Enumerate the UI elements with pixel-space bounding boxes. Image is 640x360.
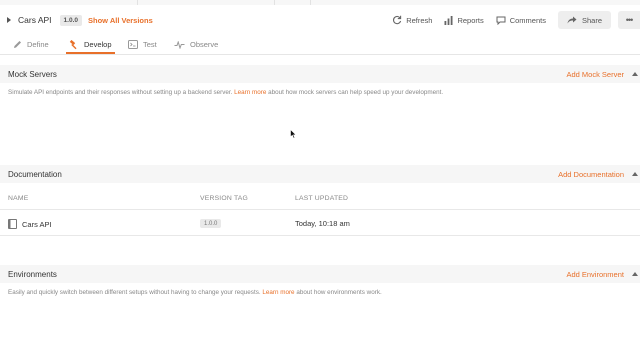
tab-strip-divider — [137, 0, 138, 5]
pulse-icon — [174, 40, 185, 49]
tab-test[interactable]: Test — [128, 35, 157, 54]
expand-caret-icon[interactable] — [7, 17, 11, 23]
api-header: Cars API 1.0.0 Show All Versions Refresh… — [0, 6, 640, 34]
column-header-last-updated: LAST UPDATED — [295, 195, 349, 202]
share-label: Share — [581, 15, 602, 25]
version-tag-badge: 1.0.0 — [200, 219, 222, 228]
environments-section-header: Environments Add Environment — [0, 265, 640, 283]
chevron-up-icon[interactable] — [632, 72, 638, 76]
column-header-name: NAME — [8, 195, 29, 202]
book-icon — [8, 219, 17, 229]
refresh-button[interactable]: Refresh — [392, 15, 432, 25]
bar-chart-icon — [444, 15, 453, 25]
version-badge[interactable]: 1.0.0 — [59, 14, 83, 26]
mock-servers-learn-more-link[interactable]: Learn more — [234, 89, 266, 96]
refresh-label: Refresh — [406, 15, 433, 25]
add-mock-server-button[interactable]: Add Mock Server — [566, 70, 624, 79]
add-environment-button[interactable]: Add Environment — [566, 270, 624, 279]
tab-strip-divider — [274, 0, 275, 5]
test-icon — [128, 40, 138, 49]
last-updated-value: Today, 10:18 am — [295, 219, 350, 228]
documentation-title: Documentation — [8, 169, 62, 179]
tab-define[interactable]: Define — [13, 35, 49, 54]
environments-desc-text-end: about how environments work. — [296, 289, 382, 296]
tab-test-label: Test — [143, 40, 157, 49]
comments-label: Comments — [509, 15, 546, 25]
mouse-cursor-icon — [290, 129, 297, 139]
header-actions: Refresh Reports Comments Share ••• — [380, 11, 640, 29]
show-all-versions-link[interactable]: Show All Versions — [88, 16, 153, 25]
environments-title: Environments — [8, 269, 57, 279]
mock-servers-section-header: Mock Servers Add Mock Server — [0, 65, 640, 83]
chevron-up-icon[interactable] — [632, 172, 638, 176]
chevron-up-icon[interactable] — [632, 272, 638, 276]
share-arrow-icon — [567, 16, 577, 24]
tab-define-label: Define — [27, 40, 49, 49]
tab-strip-divider — [310, 0, 311, 5]
top-tab-strip — [0, 0, 640, 5]
pencil-icon — [14, 41, 21, 48]
add-documentation-button[interactable]: Add Documentation — [558, 170, 624, 179]
tab-develop[interactable]: Develop — [66, 35, 115, 54]
reports-label: Reports — [457, 15, 484, 25]
reports-button[interactable]: Reports — [444, 15, 484, 25]
tab-develop-label: Develop — [84, 40, 112, 49]
column-header-version-tag: VERSION TAG — [200, 195, 249, 202]
mock-servers-desc-text-end: about how mock servers can help speed up… — [268, 89, 444, 96]
mock-servers-desc-text: Simulate API endpoints and their respons… — [8, 89, 233, 96]
ellipsis-icon: ••• — [625, 15, 634, 25]
table-divider — [0, 235, 640, 236]
tab-observe-label: Observe — [190, 40, 219, 49]
api-tabs: Define Develop Test Observe — [0, 35, 640, 55]
environments-desc-text: Easily and quickly switch between differ… — [8, 289, 261, 296]
documentation-row-updated: Today, 10:18 am — [295, 219, 350, 228]
api-name: Cars API — [18, 15, 52, 25]
documentation-row-name[interactable]: Cars API — [8, 219, 52, 229]
mock-servers-description: Simulate API endpoints and their respons… — [8, 89, 443, 96]
comments-button[interactable]: Comments — [496, 16, 546, 25]
environments-description: Easily and quickly switch between differ… — [8, 289, 382, 296]
documentation-name: Cars API — [22, 219, 52, 229]
hammer-icon — [69, 39, 77, 49]
table-divider — [0, 209, 640, 210]
mock-servers-title: Mock Servers — [8, 69, 57, 79]
documentation-row-version: 1.0.0 — [200, 219, 222, 228]
environments-learn-more-link[interactable]: Learn more — [262, 289, 294, 296]
share-button[interactable]: Share — [557, 11, 611, 29]
tab-observe[interactable]: Observe — [174, 35, 218, 54]
documentation-section-header: Documentation Add Documentation — [0, 165, 640, 183]
comment-icon — [496, 16, 506, 25]
refresh-icon — [393, 15, 402, 25]
more-options-button[interactable]: ••• — [618, 11, 640, 29]
